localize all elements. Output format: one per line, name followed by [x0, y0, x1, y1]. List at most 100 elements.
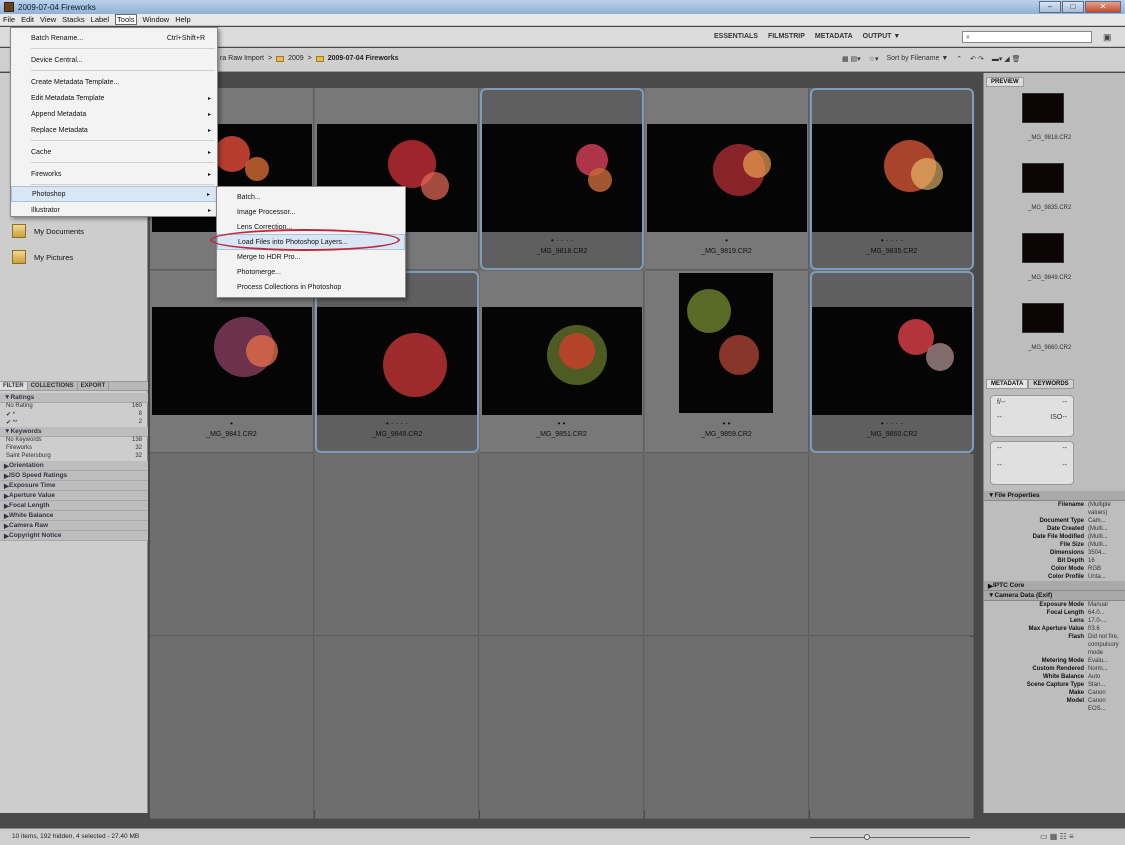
thumbnail-cell-selected[interactable]: • · · · · _MG_9835.CR2 [810, 88, 974, 270]
sort-ascending-icon[interactable]: ⌃ [956, 55, 962, 63]
filter-group-iso[interactable]: ▶ ISO Speed Ratings [0, 471, 148, 481]
menu-item-batch-rename[interactable]: Batch Rename... Ctrl+Shift+R [11, 30, 217, 46]
close-button[interactable]: ✕ [1085, 1, 1121, 13]
tab-export[interactable]: EXPORT [78, 382, 110, 390]
rating-stars[interactable]: • · · · · [812, 236, 972, 245]
filter-group-white-balance[interactable]: ▶ White Balance [0, 511, 148, 521]
filter-row[interactable]: ✔ ** 2 [0, 419, 148, 427]
minimize-button[interactable]: – [1039, 1, 1061, 13]
filter-row[interactable]: No Keywords 138 [0, 437, 148, 445]
maximize-button[interactable]: □ [1062, 1, 1084, 13]
preview-thumbnail[interactable] [1022, 233, 1064, 263]
submenu-item-photomerge[interactable]: Photomerge... [217, 264, 405, 280]
thumbnail-size-slider[interactable] [810, 834, 970, 840]
rating-stars[interactable]: • • [645, 419, 808, 428]
section-file-properties[interactable]: ▼ File Properties [984, 491, 1125, 501]
menu-view[interactable]: View [40, 15, 56, 24]
property-row: White Balance Auto [984, 673, 1125, 681]
tab-preview[interactable]: PREVIEW [986, 77, 1024, 87]
filter-group-exposure[interactable]: ▶ Exposure Time [0, 481, 148, 491]
view-mode-icons[interactable]: ▭ ▦ ☷ ≡ [1040, 832, 1074, 841]
panel-toggle-icon[interactable]: ▣ [1103, 32, 1112, 43]
rating-stars[interactable]: • · · · · [812, 419, 972, 428]
menu-item-cache[interactable]: Cache ▸ [11, 144, 217, 160]
thumbnail-cell[interactable]: • • _MG_9851.CR2 [480, 271, 644, 453]
filter-row[interactable]: Fireworks 32 [0, 445, 148, 453]
rating-filter-icon[interactable]: ☆▾ [869, 55, 879, 63]
tab-metadata[interactable]: METADATA [986, 379, 1029, 389]
preview-thumbnail[interactable] [1022, 93, 1064, 123]
workspace-filmstrip[interactable]: FILMSTRIP [768, 33, 805, 40]
filter-row[interactable]: No Rating 160 [0, 403, 148, 411]
menu-file[interactable]: File [3, 15, 15, 24]
thumbnail-cell[interactable]: • _MG_9841.CR2 [150, 271, 314, 453]
rotate-icons[interactable]: ↶ ↷ [970, 55, 984, 63]
property-value: Unta... [1088, 574, 1106, 580]
filter-group-orientation[interactable]: ▶ Orientation [0, 461, 148, 471]
section-camera-data[interactable]: ▼ Camera Data (Exif) [984, 591, 1125, 601]
exif-row: f/-- -- [997, 399, 1067, 406]
filter-row[interactable]: Saint Petersburg 32 [0, 453, 148, 461]
filter-group-aperture[interactable]: ▶ Aperture Value [0, 491, 148, 501]
menu-item-illustrator[interactable]: Illustrator ▸ [11, 202, 217, 218]
preview-thumbnail[interactable] [1022, 303, 1064, 333]
menu-separator [31, 162, 215, 163]
rating-stars[interactable]: • · · · · [482, 236, 642, 245]
property-value: (Multi... [1088, 542, 1108, 548]
submenu-item-image-processor[interactable]: Image Processor... [217, 204, 405, 220]
thumbnail-cell-selected[interactable]: • · · · · _MG_9818.CR2 [480, 88, 644, 270]
favorite-label: My Pictures [34, 252, 74, 262]
rating-stars[interactable]: • [645, 236, 808, 245]
open-recent-icon[interactable]: ▬▾ ◢ 🗑 [992, 55, 1021, 63]
submenu-item-merge-to-hdr[interactable]: Merge to HDR Pro... [217, 249, 405, 265]
property-value: Auto [1088, 674, 1101, 680]
tab-collections[interactable]: COLLECTIONS [28, 382, 78, 390]
breadcrumb-item[interactable]: 2009 [288, 55, 304, 62]
menu-stacks[interactable]: Stacks [62, 15, 85, 24]
filter-group-copyright[interactable]: ▶ Copyright Notice [0, 531, 148, 541]
menu-window[interactable]: Window [143, 15, 170, 24]
breadcrumb-current[interactable]: 2009-07-04 Fireworks [328, 55, 399, 62]
menu-item-device-central[interactable]: Device Central... [11, 52, 217, 68]
rating-stars[interactable]: • · · · · [317, 419, 477, 428]
filter-group-keywords[interactable]: ▼ Keywords [0, 427, 148, 437]
rating-stars[interactable]: • • [480, 419, 643, 428]
menu-item-replace-metadata[interactable]: Replace Metadata ▸ [11, 122, 217, 138]
workspace-essentials[interactable]: ESSENTIALS [714, 33, 758, 40]
menu-item-edit-metadata-template[interactable]: Edit Metadata Template ▸ [11, 90, 217, 106]
menu-edit[interactable]: Edit [21, 15, 34, 24]
menu-label[interactable]: Label [91, 15, 109, 24]
thumbnail-cell-selected[interactable]: • · · · · _MG_9849.CR2 [315, 271, 479, 453]
filter-group-title: ISO Speed Ratings [9, 472, 68, 479]
favorite-my-pictures[interactable]: My Pictures [0, 244, 148, 270]
submenu-item-batch[interactable]: Batch... [217, 189, 405, 205]
tab-filter[interactable]: FILTER [0, 382, 28, 390]
tab-keywords[interactable]: KEYWORDS [1028, 379, 1074, 389]
workspace-metadata[interactable]: METADATA [815, 33, 853, 40]
section-iptc-core[interactable]: ▶ IPTC Core [984, 581, 1125, 591]
submenu-item-process-collections[interactable]: Process Collections in Photoshop [217, 279, 405, 295]
menu-item-fireworks[interactable]: Fireworks ▸ [11, 166, 217, 182]
thumbnail-cell[interactable]: • _MG_9819.CR2 [645, 88, 809, 270]
thumbnail-cell-selected[interactable]: • · · · · _MG_9860.CR2 [810, 271, 974, 453]
menu-help[interactable]: Help [175, 15, 190, 24]
preview-thumbnail[interactable] [1022, 163, 1064, 193]
menu-item-append-metadata[interactable]: Append Metadata ▸ [11, 106, 217, 122]
workspace-output[interactable]: OUTPUT ▼ [863, 33, 901, 40]
breadcrumb-item[interactable]: ra Raw Import [220, 55, 264, 62]
menu-tools[interactable]: Tools [115, 14, 137, 25]
filter-group-ratings[interactable]: ▼ Ratings [0, 393, 148, 403]
search-input[interactable]: ⌕ [962, 31, 1092, 43]
filter-row[interactable]: ✔ * 8 [0, 411, 148, 419]
filter-group-focal-length[interactable]: ▶ Focal Length [0, 501, 148, 511]
filter-group-camera-raw[interactable]: ▶ Camera Raw [0, 521, 148, 531]
view-grid-icon[interactable]: ▦ ▤▾ [842, 55, 861, 63]
thumbnail-cell[interactable]: • • _MG_9859.CR2 [645, 271, 809, 453]
sort-by-dropdown[interactable]: Sort by Filename ▼ [886, 55, 948, 63]
slider-knob[interactable] [864, 834, 870, 840]
fireworks-photo [547, 325, 607, 385]
menu-item-photoshop[interactable]: Photoshop ▸ [11, 186, 217, 202]
rating-stars[interactable]: • [150, 419, 313, 428]
favorite-my-documents[interactable]: My Documents [0, 218, 148, 244]
menu-item-create-metadata-template[interactable]: Create Metadata Template... [11, 74, 217, 90]
